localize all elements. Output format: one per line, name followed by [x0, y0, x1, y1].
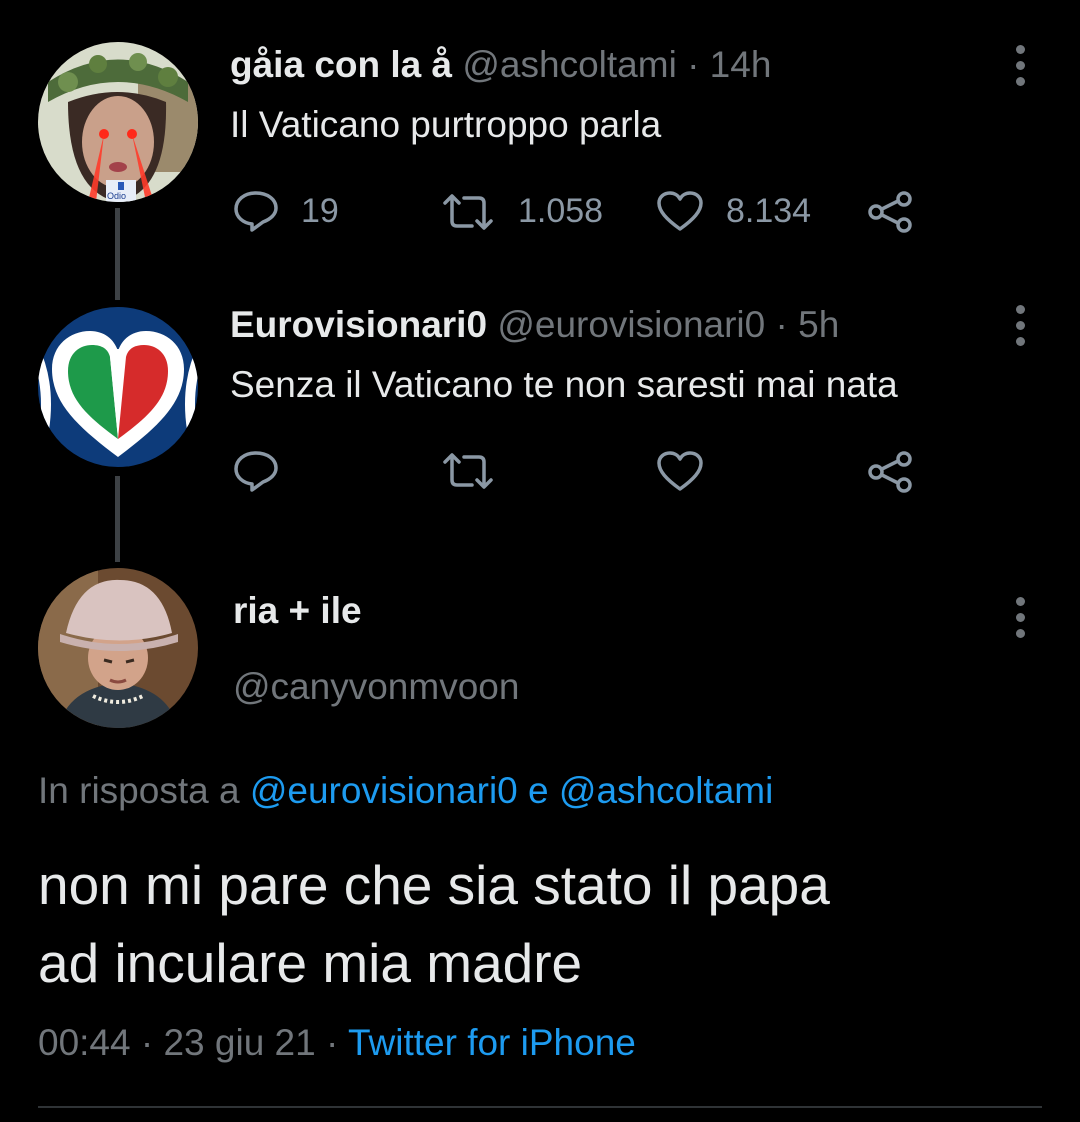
- timestamp: · 5h: [775, 304, 840, 345]
- tweet-header: gåia con la å @ashcoltami · 14h: [230, 44, 771, 86]
- timestamp: 00:44 · 23 giu 21 ·: [38, 1022, 339, 1063]
- retweet-button[interactable]: [440, 452, 496, 490]
- tweet-meta: 00:44 · 23 giu 21 · Twitter for iPhone: [38, 1022, 636, 1064]
- share-icon: [868, 191, 912, 233]
- tweet-header: Eurovisionari0 @eurovisionari0 · 5h: [230, 304, 839, 346]
- reply-joiner: e: [528, 770, 549, 811]
- mention-link[interactable]: @eurovisionari0: [250, 770, 518, 811]
- main-tweet-text: non mi pare che sia stato il papa ad inc…: [38, 846, 830, 1002]
- display-name[interactable]: Eurovisionari0: [230, 304, 487, 345]
- reply-prefix: In risposta a: [38, 770, 240, 811]
- reply-button[interactable]: 19: [233, 190, 339, 232]
- display-name[interactable]: gåia con la å: [230, 44, 452, 85]
- like-count: 8.134: [726, 191, 812, 230]
- like-icon: [657, 451, 703, 491]
- text-line: non mi pare che sia stato il papa: [38, 854, 830, 916]
- thread-line: [115, 208, 120, 300]
- retweet-icon: [443, 193, 493, 230]
- tweet-text: Senza il Vaticano te non saresti mai nat…: [230, 364, 898, 405]
- handle[interactable]: @canyvonmvoon: [233, 666, 519, 708]
- share-icon: [868, 451, 912, 493]
- avatar[interactable]: [38, 307, 198, 467]
- more-options-icon[interactable]: [1015, 597, 1025, 638]
- divider: [38, 1106, 1042, 1108]
- like-button[interactable]: 8.134: [656, 190, 811, 232]
- avatar[interactable]: [38, 568, 198, 728]
- thread-line: [115, 476, 120, 562]
- more-options-icon[interactable]: [1015, 305, 1025, 346]
- retweet-button[interactable]: 1.058: [440, 192, 603, 231]
- avatar-caption: Odio: [107, 191, 126, 201]
- avatar[interactable]: Odio: [38, 42, 198, 202]
- handle[interactable]: @eurovisionari0: [497, 304, 765, 345]
- timestamp: · 14h: [687, 44, 772, 85]
- source-link[interactable]: Twitter for iPhone: [348, 1022, 636, 1063]
- share-button[interactable]: [866, 190, 916, 234]
- reply-button[interactable]: [233, 450, 279, 492]
- reply-count: 19: [301, 191, 339, 230]
- reply-icon: [234, 451, 278, 492]
- share-button[interactable]: [866, 450, 916, 494]
- retweet-icon: [443, 453, 493, 489]
- reply-context: In risposta a @eurovisionari0 e @ashcolt…: [38, 770, 773, 812]
- more-options-icon[interactable]: [1015, 45, 1025, 86]
- handle[interactable]: @ashcoltami: [462, 44, 676, 85]
- mention-link[interactable]: @ashcoltami: [559, 770, 773, 811]
- text-line: ad inculare mia madre: [38, 932, 583, 994]
- retweet-count: 1.058: [518, 192, 604, 230]
- display-name[interactable]: ria + ile: [233, 590, 362, 632]
- reply-icon: [234, 191, 278, 232]
- tweet-text: Il Vaticano purtroppo parla: [230, 104, 662, 145]
- like-icon: [657, 191, 703, 231]
- like-button[interactable]: [656, 450, 704, 492]
